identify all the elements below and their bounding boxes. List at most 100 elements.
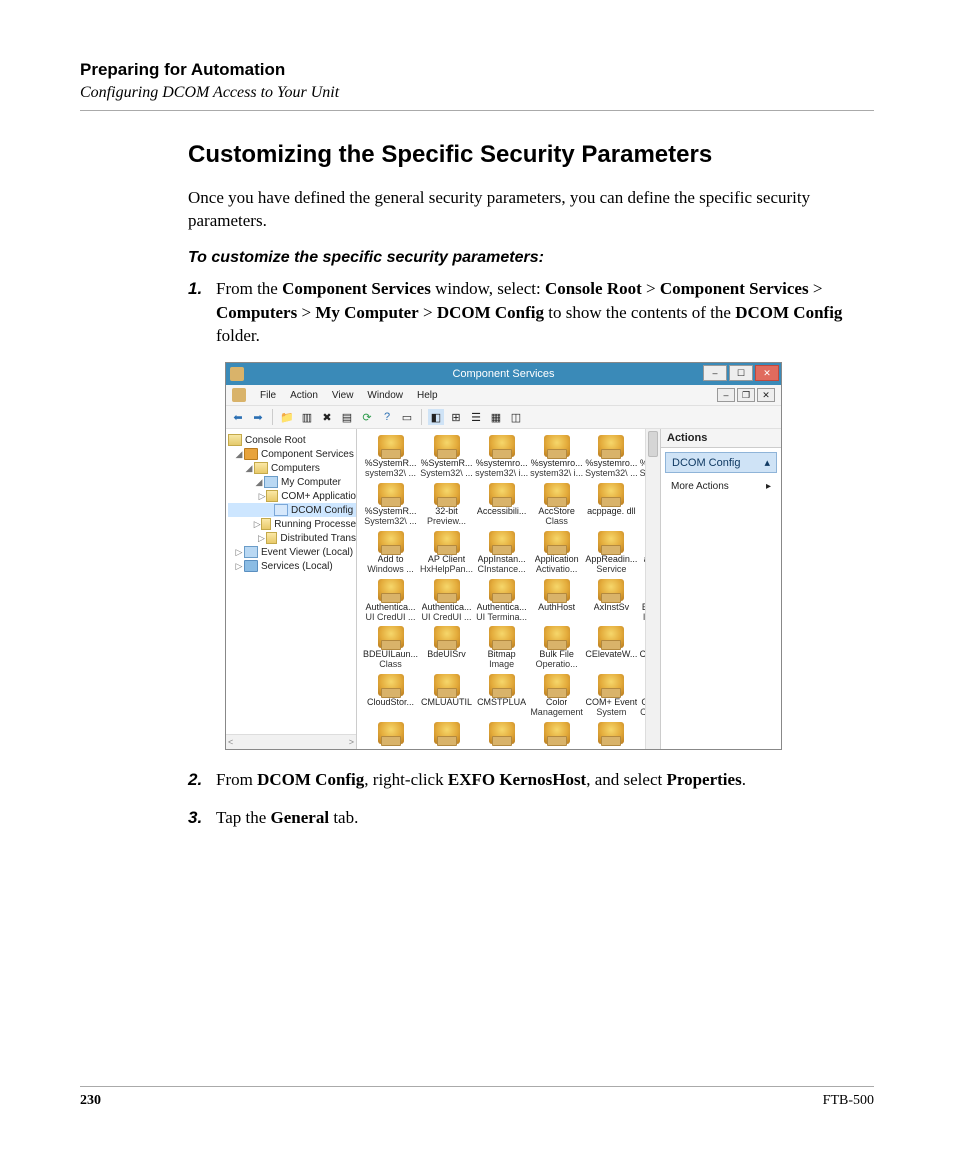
actions-section[interactable]: DCOM Config▴ bbox=[665, 452, 777, 473]
tree-services-local[interactable]: ▷Services (Local) bbox=[228, 559, 356, 573]
tree-computers[interactable]: ◢Computers bbox=[228, 461, 356, 475]
menu-bar: File Action View Window Help – ❐ ✕ bbox=[226, 385, 781, 405]
dcom-item[interactable]: %systemro...system32\ i... bbox=[475, 435, 528, 479]
dcom-item[interactable]: %SystemR...System32\ ... bbox=[420, 435, 473, 479]
component-icon bbox=[598, 531, 624, 553]
dcom-item[interactable]: ColorManagement bbox=[530, 674, 583, 718]
page-header-subtitle: Configuring DCOM Access to Your Unit bbox=[80, 84, 874, 102]
view-tile-icon[interactable]: ◫ bbox=[508, 409, 524, 425]
dcom-item[interactable] bbox=[530, 722, 583, 746]
view-detail-icon[interactable]: ▦ bbox=[488, 409, 504, 425]
back-icon[interactable]: ⬅ bbox=[230, 409, 246, 425]
component-icon bbox=[378, 626, 404, 648]
dcom-item[interactable]: 32-bitPreview... bbox=[420, 483, 473, 527]
tree-pane[interactable]: Console Root ◢Component Services ◢Comput… bbox=[226, 429, 357, 749]
dcom-item[interactable]: ApplicationActivatio... bbox=[530, 531, 583, 575]
view-small-icon[interactable]: ⊞ bbox=[448, 409, 464, 425]
component-icon bbox=[598, 579, 624, 601]
dcom-item[interactable]: CloudStor... bbox=[363, 674, 418, 718]
show-hide-icon[interactable]: ▥ bbox=[299, 409, 315, 425]
mdi-restore[interactable]: ❐ bbox=[737, 388, 755, 402]
actions-more[interactable]: More Actions▸ bbox=[661, 477, 781, 496]
tree-running-processes[interactable]: ▷Running Processe bbox=[228, 517, 356, 531]
delete-icon[interactable]: ✖ bbox=[319, 409, 335, 425]
refresh-icon[interactable]: ⟳ bbox=[359, 409, 375, 425]
dcom-item[interactable] bbox=[475, 722, 528, 746]
component-icon bbox=[434, 579, 460, 601]
dcom-item[interactable]: BitmapImage bbox=[475, 626, 528, 670]
component-icon bbox=[544, 674, 570, 696]
close-button[interactable]: ✕ bbox=[755, 365, 779, 381]
dcom-item[interactable]: %SystemR...system32\ ... bbox=[363, 435, 418, 479]
page-header-title: Preparing for Automation bbox=[80, 60, 874, 80]
window-titlebar[interactable]: Component Services – ☐ ✕ bbox=[226, 363, 781, 385]
view-large-icon[interactable]: ◧ bbox=[428, 409, 444, 425]
component-icon bbox=[434, 435, 460, 457]
dcom-item[interactable]: COM+ EventSystem bbox=[585, 674, 638, 718]
dcom-item[interactable]: Add toWindows ... bbox=[363, 531, 418, 575]
tree-component-services[interactable]: ◢Component Services bbox=[228, 447, 356, 461]
mdi-close[interactable]: ✕ bbox=[757, 388, 775, 402]
dcom-item[interactable]: AppReadin...Service bbox=[585, 531, 638, 575]
dcom-item[interactable]: Accessibili... bbox=[475, 483, 528, 527]
dcom-item[interactable]: AP ClientHxHelpPan... bbox=[420, 531, 473, 575]
dcom-item[interactable]: CMSTPLUA bbox=[475, 674, 528, 718]
up-level-icon[interactable]: 📁 bbox=[279, 409, 295, 425]
mdi-minimize[interactable]: – bbox=[717, 388, 735, 402]
tree-distributed-trans[interactable]: ▷Distributed Trans bbox=[228, 531, 356, 545]
dcom-item[interactable]: %systemro...system32\ i... bbox=[530, 435, 583, 479]
view-list-icon[interactable]: ☰ bbox=[468, 409, 484, 425]
properties-icon[interactable]: ▤ bbox=[339, 409, 355, 425]
page-footer: 230 FTB-500 bbox=[80, 1086, 874, 1109]
component-icon bbox=[378, 674, 404, 696]
dcom-item[interactable]: %SystemR...System32\ ... bbox=[363, 483, 418, 527]
tree-event-viewer[interactable]: ▷Event Viewer (Local) bbox=[228, 545, 356, 559]
export-icon[interactable]: ▭ bbox=[399, 409, 415, 425]
minimize-button[interactable]: – bbox=[703, 365, 727, 381]
tree-scrollbar[interactable]: <> bbox=[226, 734, 356, 749]
component-icon bbox=[544, 722, 570, 744]
dcom-item[interactable]: AuthHost bbox=[530, 579, 583, 623]
component-icon bbox=[434, 626, 460, 648]
dcom-item[interactable]: Authentica...UI Termina... bbox=[475, 579, 528, 623]
tree-my-computer[interactable]: ◢My Computer bbox=[228, 475, 356, 489]
dcom-item[interactable] bbox=[585, 722, 638, 746]
header-rule bbox=[80, 110, 874, 111]
dcom-item[interactable]: AccStoreClass bbox=[530, 483, 583, 527]
tree-dcom-config[interactable]: DCOM Config bbox=[228, 503, 356, 517]
menu-file[interactable]: File bbox=[260, 390, 276, 401]
app-icon bbox=[230, 367, 244, 381]
list-pane[interactable]: %SystemR...system32\ ...%SystemR...Syste… bbox=[357, 429, 660, 749]
forward-icon[interactable]: ➡ bbox=[250, 409, 266, 425]
dcom-item[interactable] bbox=[420, 722, 473, 746]
menu-action[interactable]: Action bbox=[290, 390, 318, 401]
dcom-item[interactable]: BDEUILaun...Class bbox=[363, 626, 418, 670]
component-icon bbox=[378, 579, 404, 601]
menu-view[interactable]: View bbox=[332, 390, 354, 401]
component-icon bbox=[544, 531, 570, 553]
list-scrollbar[interactable] bbox=[645, 429, 660, 749]
component-icon bbox=[598, 722, 624, 744]
maximize-button[interactable]: ☐ bbox=[729, 365, 753, 381]
dcom-item[interactable]: Authentica...UI CredUI ... bbox=[363, 579, 418, 623]
dcom-item[interactable] bbox=[363, 722, 418, 746]
help-icon[interactable]: ? bbox=[379, 409, 395, 425]
dcom-item[interactable]: acppage. dll bbox=[585, 483, 638, 527]
step-body: Tap the General tab. bbox=[216, 806, 874, 830]
dcom-item[interactable]: Bulk FileOperatio... bbox=[530, 626, 583, 670]
menu-help[interactable]: Help bbox=[417, 390, 438, 401]
dcom-item[interactable]: BdeUISrv bbox=[420, 626, 473, 670]
component-icon bbox=[378, 483, 404, 505]
component-icon bbox=[489, 674, 515, 696]
menu-window[interactable]: Window bbox=[367, 390, 403, 401]
dcom-item[interactable]: CElevateW... bbox=[585, 626, 638, 670]
step-body: From the Component Services window, sele… bbox=[216, 277, 874, 348]
dcom-item[interactable]: Authentica...UI CredUI ... bbox=[420, 579, 473, 623]
dcom-item[interactable]: AppInstan...CInstance... bbox=[475, 531, 528, 575]
dcom-item[interactable]: CMLUAUTIL bbox=[420, 674, 473, 718]
dcom-item[interactable]: AxInstSv bbox=[585, 579, 638, 623]
tree-com-applications[interactable]: ▷COM+ Applicatio bbox=[228, 489, 356, 503]
component-icon bbox=[489, 531, 515, 553]
tree-console-root[interactable]: Console Root bbox=[228, 433, 356, 447]
dcom-item[interactable]: %systemro...System32\ ... bbox=[585, 435, 638, 479]
